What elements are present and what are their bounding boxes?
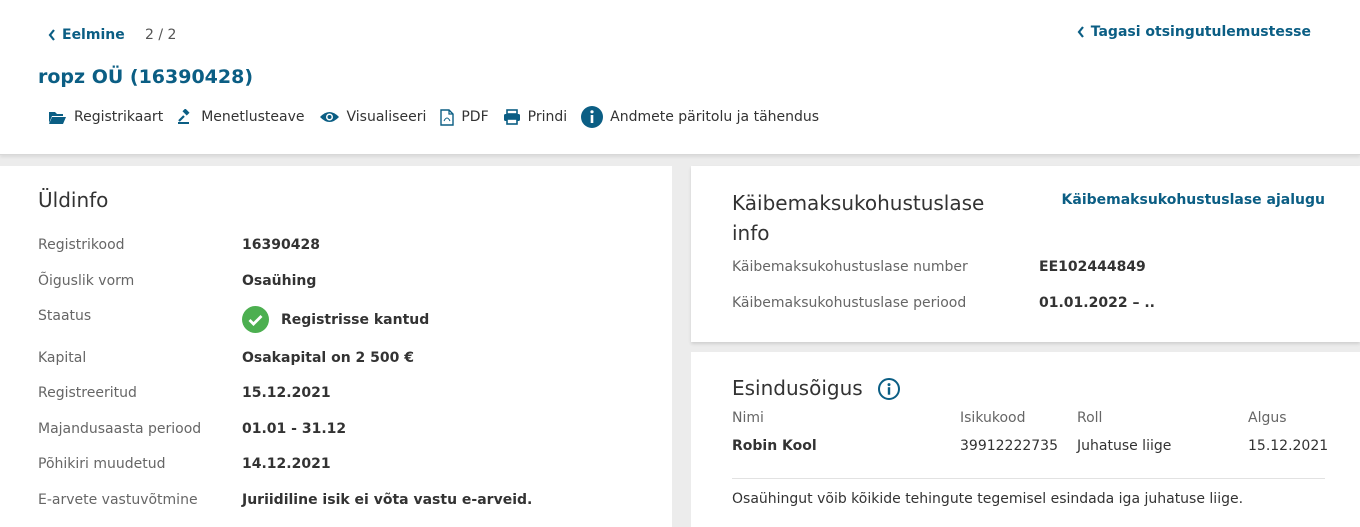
field-value: 01.01.2022 – ..: [1039, 295, 1155, 311]
registry-card-button[interactable]: Registrikaart: [48, 109, 163, 125]
vat-title-line-1: Käibemaksukohustuslase: [732, 191, 985, 215]
status-badge: Registrisse kantud: [242, 306, 429, 333]
chevron-left-icon: [48, 29, 55, 41]
registry-card-label: Registrikaart: [74, 109, 164, 125]
company-header: Eelmine 2 / 2 Tagasi otsingutulemustesse…: [0, 0, 1360, 155]
field-value: 01.01 - 31.12: [242, 421, 347, 437]
column-header-code: Isikukood: [960, 410, 1026, 426]
field-value: EE102444849: [1039, 259, 1146, 275]
data-origin-button[interactable]: Andmete päritolu ja tähendus: [581, 106, 819, 128]
rep-start: 15.12.2021: [1248, 438, 1329, 454]
column-header-role: Roll: [1077, 410, 1103, 426]
print-button[interactable]: Prindi: [503, 109, 568, 125]
field-value: 16390428: [242, 237, 320, 253]
representation-panel: Esindusõigus Nimi Isikukood Roll Algus R…: [691, 352, 1360, 527]
vat-info-title: Käibemaksukohustuslase info: [732, 188, 984, 248]
field-value: Juriidiline isik ei võta vastu e-arveid.: [242, 492, 533, 508]
column-header-start: Algus: [1248, 410, 1287, 426]
field-value: Osaühing: [242, 273, 317, 289]
pdf-button[interactable]: PDF: [440, 108, 489, 126]
back-label: Tagasi otsingutulemustesse: [1090, 24, 1311, 40]
vat-history-link[interactable]: Käibemaksukohustuslase ajalugu: [1062, 192, 1325, 208]
field-label: Registreeritud: [38, 385, 137, 401]
field-label: Käibemaksukohustuslase periood: [732, 295, 967, 311]
status-text: Registrisse kantud: [281, 311, 430, 328]
field-label: Staatus: [38, 308, 92, 324]
field-label: Registrikood: [38, 237, 125, 253]
field-label: E-arvete vastuvõtmine: [38, 492, 198, 508]
previous-label: Eelmine: [62, 27, 125, 43]
back-to-results-link[interactable]: Tagasi otsingutulemustesse: [1077, 24, 1311, 40]
proceedings-button[interactable]: Menetlusteave: [177, 109, 305, 125]
field-label: Kapital: [38, 350, 87, 366]
page-title: ropz OÜ (16390428): [38, 66, 254, 88]
pdf-label: PDF: [461, 109, 489, 125]
field-label: Õiguslik vorm: [38, 273, 135, 289]
divider: [732, 478, 1325, 479]
chevron-left-icon: [1077, 26, 1084, 38]
rep-name: Robin Kool: [732, 438, 817, 454]
data-origin-label: Andmete päritolu ja tähendus: [610, 109, 820, 125]
field-label: Käibemaksukohustuslase number: [732, 259, 968, 275]
rep-code: 39912222735: [960, 438, 1058, 454]
print-label: Prindi: [527, 109, 568, 125]
printer-icon: [503, 109, 520, 125]
field-value: 14.12.2021: [242, 456, 331, 472]
check-circle-icon: [242, 306, 269, 333]
field-label: Majandusaasta periood: [38, 421, 202, 437]
field-label: Põhikiri muudetud: [38, 456, 166, 472]
vat-info-panel: Käibemaksukohustuslase info Käibemaksuko…: [691, 166, 1360, 342]
proceedings-label: Menetlusteave: [201, 109, 305, 125]
general-info-title: Üldinfo: [38, 188, 109, 212]
general-info-panel: Üldinfo Registrikood 16390428 Õiguslik v…: [0, 166, 672, 527]
info-icon: [581, 106, 604, 128]
vat-title-line-2: info: [732, 221, 770, 245]
rep-role: Juhatuse liige: [1077, 438, 1172, 454]
representation-title: Esindusõigus: [732, 376, 863, 400]
previous-button[interactable]: Eelmine: [48, 27, 125, 43]
pager-count: 2 / 2: [145, 27, 177, 43]
toolbar: Registrikaart Menetlusteave Visualiseeri…: [48, 106, 833, 128]
eye-icon: [319, 112, 339, 122]
pdf-file-icon: [440, 108, 455, 126]
gavel-icon: [178, 109, 190, 124]
column-header-name: Nimi: [732, 410, 764, 426]
field-value: 15.12.2021: [242, 385, 331, 401]
field-value: Osakapital on 2 500 €: [242, 350, 414, 366]
visualize-label: Visualiseeri: [346, 109, 427, 125]
representation-note: Osaühingut võib kõikide tehingute tegemi…: [732, 491, 1244, 507]
info-icon[interactable]: [878, 378, 900, 400]
visualize-button[interactable]: Visualiseeri: [319, 109, 427, 125]
folder-open-icon: [49, 111, 66, 124]
